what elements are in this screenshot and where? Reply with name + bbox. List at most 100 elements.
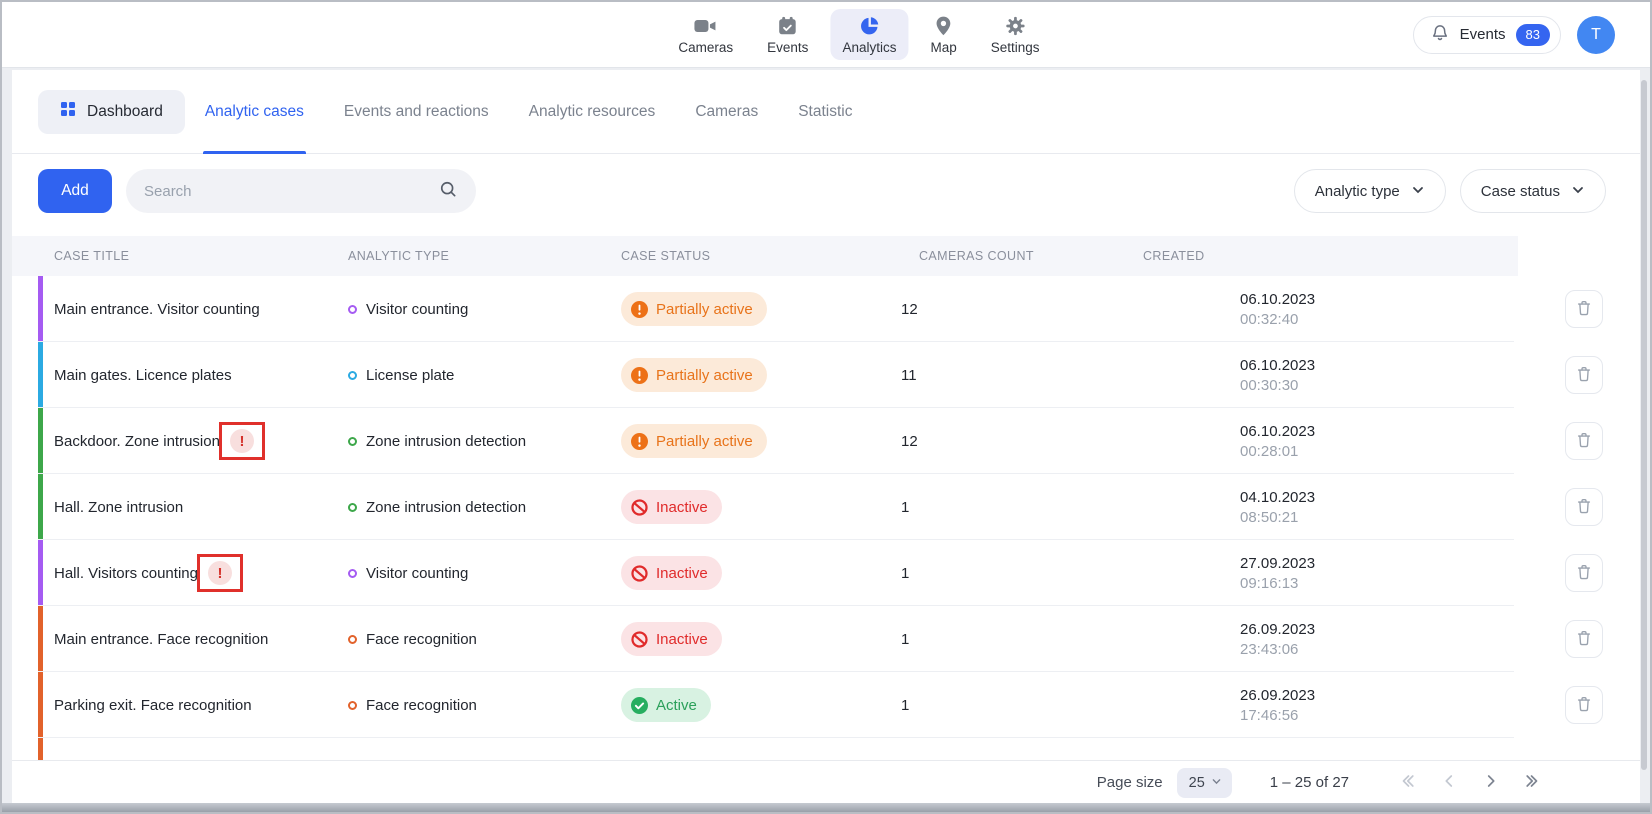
created-date: 26.09.2023	[1240, 687, 1518, 704]
case-title-cell: Main gates. Licence plates	[12, 367, 332, 384]
cameras-count: 1	[897, 631, 1142, 648]
table-row[interactable]: Parking exit. Face recognition Face reco…	[12, 672, 1640, 738]
table-row[interactable]: Backdoor. Zone intrusion ! Zone intrusio…	[12, 408, 1640, 474]
topbar-right: Events 83 T	[1413, 16, 1615, 54]
nav-label: Events	[767, 40, 808, 55]
filter-label: Analytic type	[1315, 183, 1400, 200]
previous-page-button[interactable]	[1437, 769, 1461, 796]
pagination-range: 1 – 25 of 27	[1270, 774, 1349, 791]
top-navigation-bar: Cameras Events Analytics MapSettings Events…	[2, 2, 1650, 68]
case-color-stripe	[38, 276, 43, 342]
case-title-cell: Hall. Zone intrusion	[12, 499, 332, 516]
page-size-label: Page size	[1097, 774, 1163, 791]
trash-icon	[1575, 497, 1593, 518]
delete-button[interactable]	[1565, 290, 1603, 328]
analytic-type-icon	[348, 437, 357, 446]
status-icon	[631, 433, 648, 450]
tab-analytic-cases[interactable]: Analytic cases	[205, 70, 304, 153]
case-title: Parking exit. Face recognition	[54, 697, 252, 714]
case-status-cell: Partially active	[617, 358, 897, 392]
trash-icon	[1575, 695, 1593, 716]
dashboard-button[interactable]: Dashboard	[38, 90, 185, 134]
created-cell: 04.10.2023 08:50:21	[1142, 489, 1518, 526]
first-page-button[interactable]	[1395, 769, 1419, 796]
search-input[interactable]	[144, 183, 438, 200]
table-row-partial[interactable]	[12, 738, 1640, 760]
case-color-stripe	[38, 474, 43, 540]
case-color-stripe	[38, 738, 43, 760]
delete-button[interactable]	[1565, 422, 1603, 460]
case-color-stripe	[38, 408, 43, 474]
status-icon	[631, 565, 648, 582]
analytic-type-icon	[348, 503, 357, 512]
cameras-count: 1	[897, 697, 1142, 714]
warning-indicator: !	[208, 561, 232, 585]
status-label: Partially active	[656, 301, 753, 318]
scrollbar-thumb[interactable]	[1641, 80, 1647, 770]
tab-statistic[interactable]: Statistic	[798, 70, 852, 153]
tab-events-and-reactions[interactable]: Events and reactions	[344, 70, 489, 153]
table-row[interactable]: Main entrance. Face recognition Face rec…	[12, 606, 1640, 672]
column-header-actions	[1518, 236, 1640, 276]
tab-list: Analytic cases Events and reactions Analyt…	[205, 70, 853, 153]
delete-button[interactable]	[1565, 356, 1603, 394]
cameras-count: 12	[897, 433, 1142, 450]
delete-button[interactable]	[1565, 620, 1603, 658]
filter-group: Analytic type Case status	[1280, 169, 1606, 213]
case-title-cell: Hall. Visitors counting !	[12, 561, 332, 585]
nav-label: Analytics	[842, 40, 896, 55]
analytic-type-cell: Zone intrusion detection	[332, 499, 617, 516]
events-button-label: Events	[1460, 26, 1506, 43]
nav-item-map[interactable]: Map	[918, 9, 968, 60]
nav-item-settings[interactable]: Settings	[979, 9, 1052, 60]
delete-button[interactable]	[1565, 554, 1603, 592]
chevron-down-icon	[1571, 181, 1585, 201]
nav-item-events[interactable]: Events	[755, 9, 820, 60]
page-size-select[interactable]: 25	[1177, 768, 1232, 798]
created-time: 00:28:01	[1240, 443, 1518, 460]
avatar[interactable]: T	[1577, 16, 1615, 54]
app-window: Cameras Events Analytics MapSettings Events…	[0, 0, 1652, 814]
created-cell: 06.10.2023 00:28:01	[1142, 423, 1518, 460]
filter-case-status[interactable]: Case status	[1460, 169, 1606, 213]
next-page-button[interactable]	[1479, 769, 1503, 796]
case-status-cell: Partially active	[617, 292, 897, 326]
analytic-type-icon	[348, 569, 357, 578]
analytic-type-label: Zone intrusion detection	[366, 433, 526, 450]
previous-page-icon	[1439, 771, 1459, 794]
analytic-type-cell: License plate	[332, 367, 617, 384]
nav-item-cameras[interactable]: Cameras	[666, 9, 745, 60]
bell-icon	[1430, 23, 1450, 47]
trash-icon	[1575, 563, 1593, 584]
analytic-type-label: License plate	[366, 367, 454, 384]
table-row[interactable]: Main gates. Licence plates License plate…	[12, 342, 1640, 408]
filter-analytic-type[interactable]: Analytic type	[1294, 169, 1446, 213]
status-badge: Partially active	[621, 358, 767, 392]
case-color-stripe	[38, 672, 43, 738]
status-icon	[631, 367, 648, 384]
table-row[interactable]: Hall. Zone intrusion Zone intrusion dete…	[12, 474, 1640, 540]
tab-cameras[interactable]: Cameras	[695, 70, 758, 153]
case-title: Hall. Visitors counting	[54, 565, 198, 582]
next-page-icon	[1481, 771, 1501, 794]
nav-item-analytics[interactable]: Analytics	[830, 9, 908, 60]
trash-icon	[1575, 365, 1593, 386]
last-page-button[interactable]	[1521, 769, 1545, 796]
created-time: 17:46:56	[1240, 707, 1518, 724]
actions-cell	[1518, 554, 1640, 592]
table-row[interactable]: Main entrance. Visitor counting Visitor …	[12, 276, 1640, 342]
delete-button[interactable]	[1565, 686, 1603, 724]
table-row[interactable]: Hall. Visitors counting ! Visitor counti…	[12, 540, 1640, 606]
column-header-case-title: CASE TITLE	[12, 236, 332, 276]
tab-analytic-resources[interactable]: Analytic resources	[529, 70, 656, 153]
warning-indicator: !	[230, 429, 254, 453]
cameras-count: 11	[897, 367, 1142, 384]
delete-button[interactable]	[1565, 488, 1603, 526]
created-time: 00:30:30	[1240, 377, 1518, 394]
status-badge: Inactive	[621, 490, 722, 524]
analytic-type-icon	[348, 701, 357, 710]
search-box[interactable]	[126, 169, 476, 213]
events-notifications-button[interactable]: Events 83	[1413, 16, 1561, 54]
add-button[interactable]: Add	[38, 169, 112, 213]
created-date: 06.10.2023	[1240, 423, 1518, 440]
